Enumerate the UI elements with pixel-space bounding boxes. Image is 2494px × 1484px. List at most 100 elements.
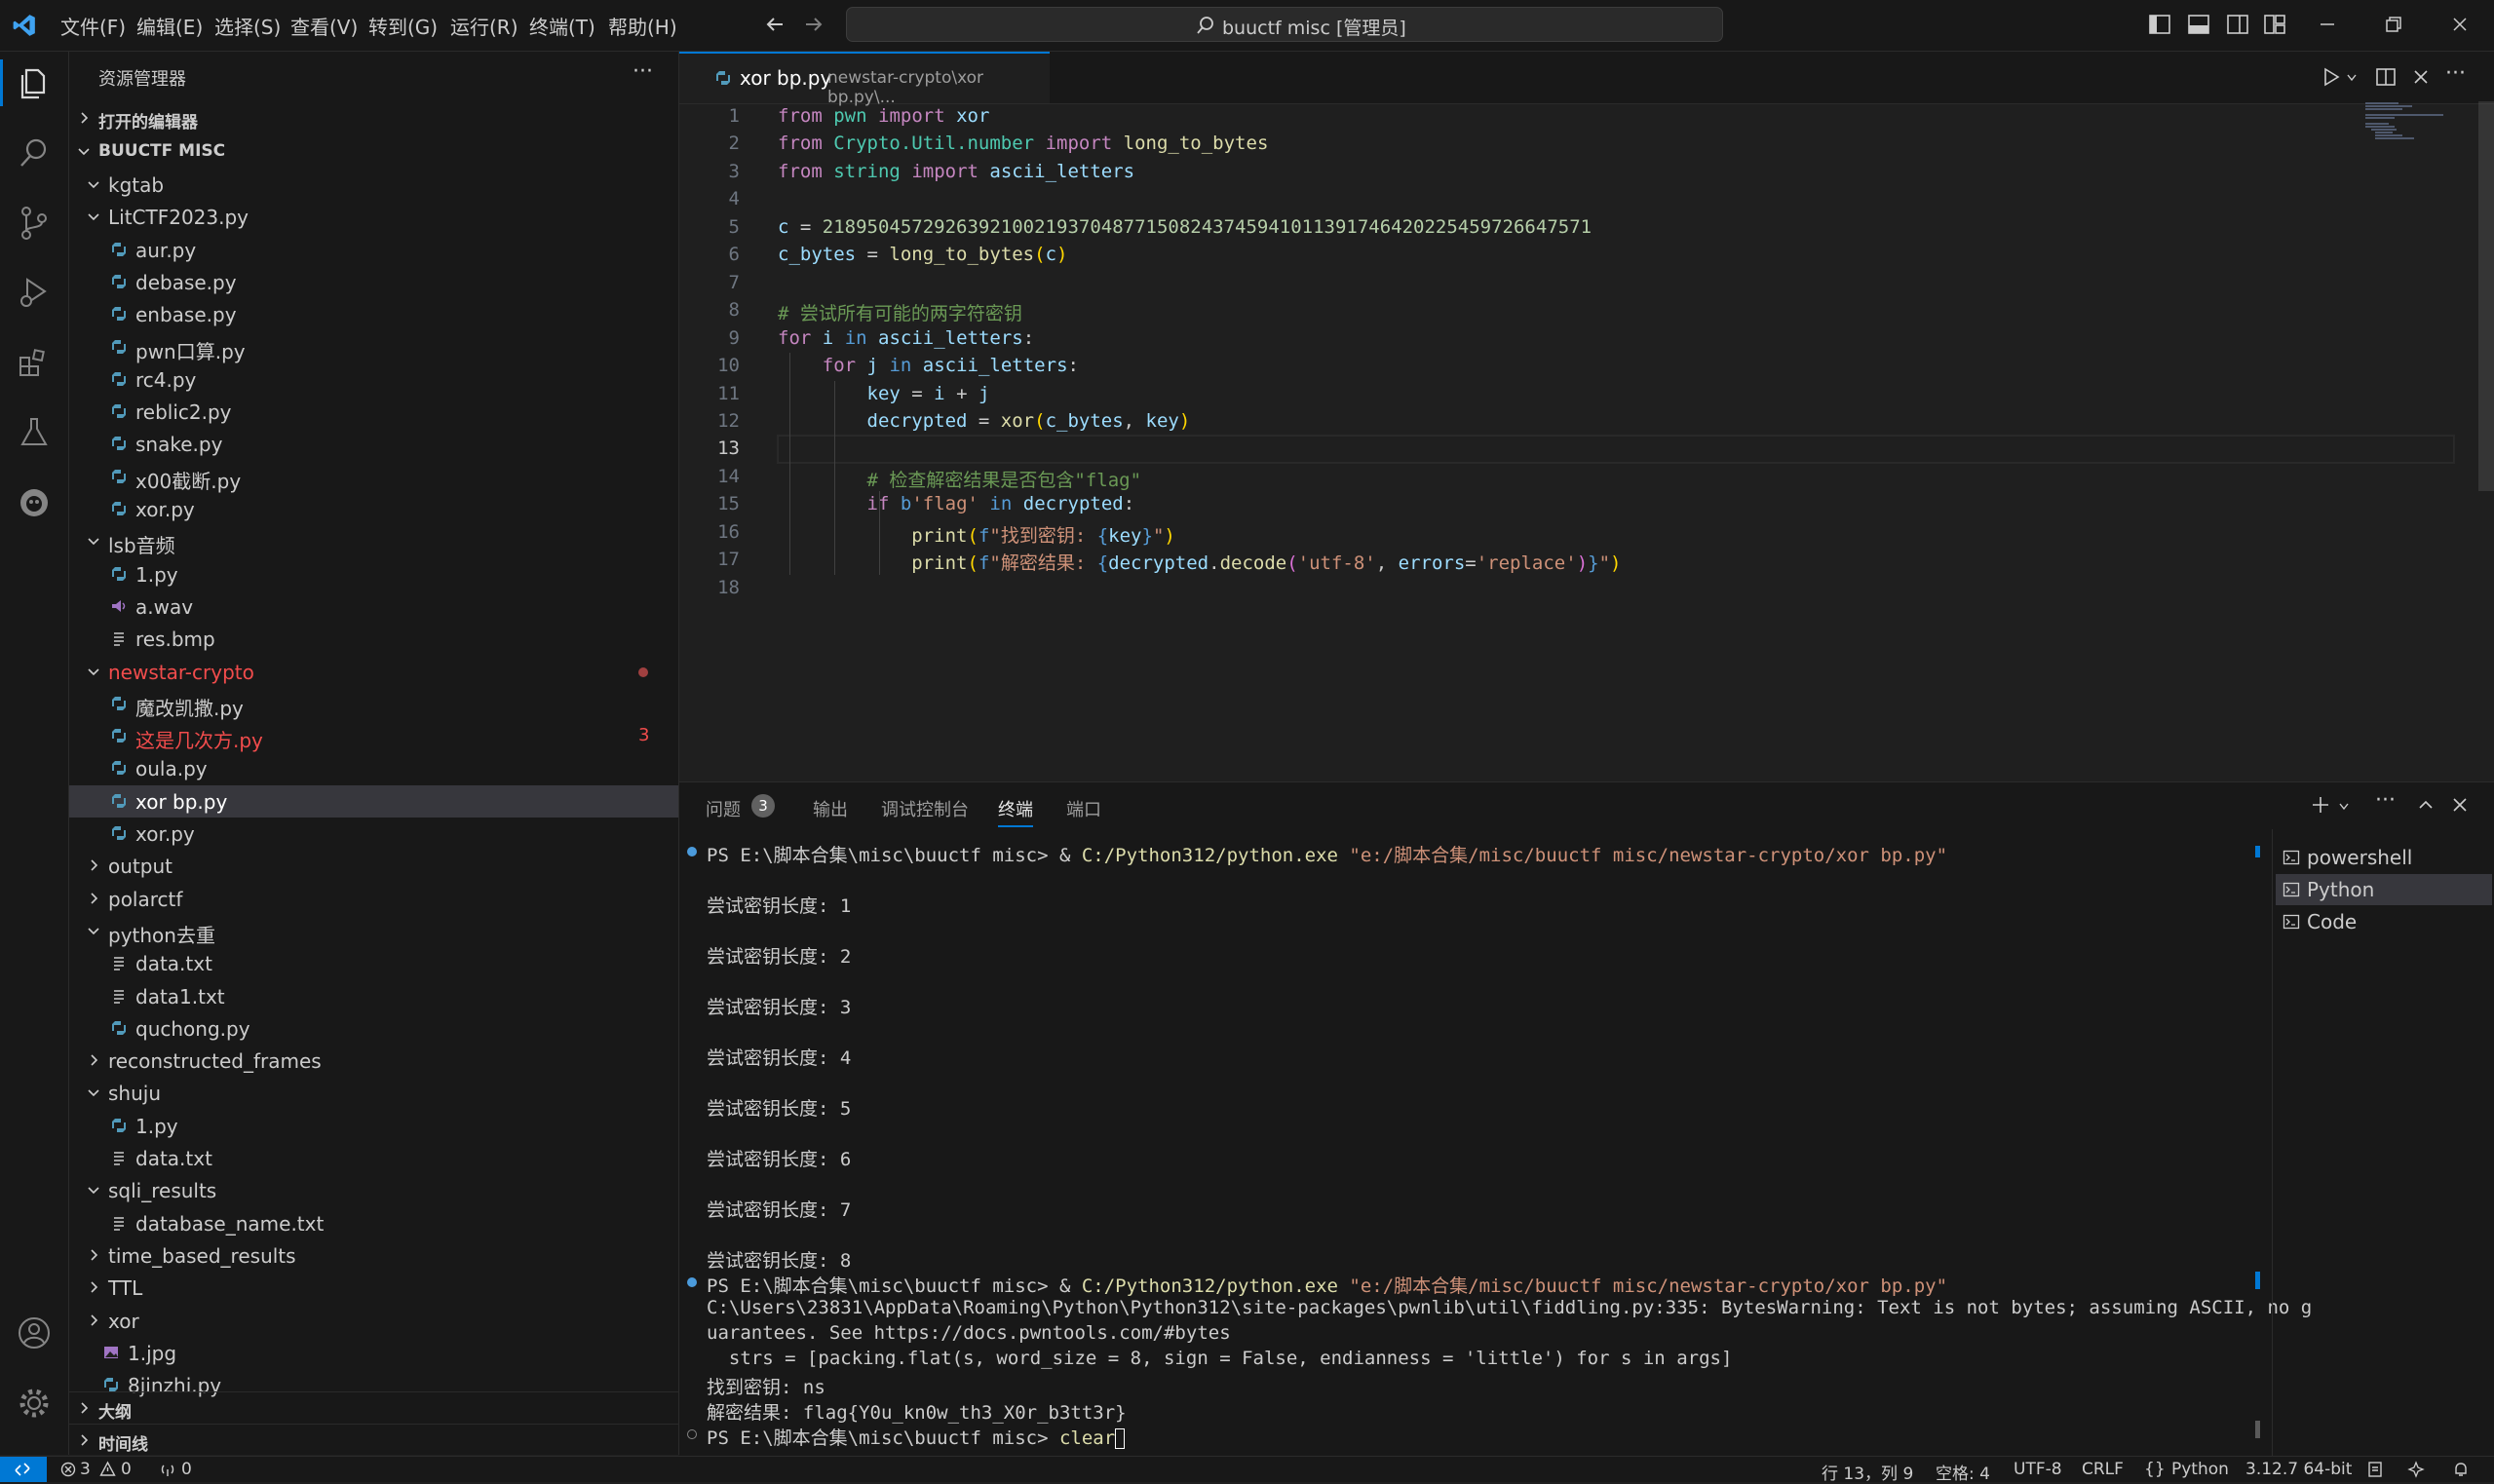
outline-section[interactable]: 大纲 (69, 1391, 678, 1425)
source-control-icon[interactable] (14, 203, 55, 244)
toggle-primary-sidebar-icon[interactable] (2148, 14, 2171, 35)
panel-tab[interactable]: 问题 (706, 796, 741, 821)
open-editors-section[interactable]: 打开的编辑器 (69, 102, 678, 134)
file-item[interactable]: 1.py (69, 558, 678, 590)
file-item[interactable]: aur.py (69, 234, 678, 266)
panel-tab[interactable]: 输出 (813, 796, 848, 821)
indentation[interactable]: 空格: 4 (1936, 1460, 1990, 1484)
cursor-position[interactable]: 行 13，列 9 (1822, 1460, 1913, 1484)
copilot-icon[interactable] (2366, 1461, 2384, 1478)
file-item[interactable]: rc4.py (69, 363, 678, 396)
file-item[interactable]: enbase.py (69, 298, 678, 330)
terminal-list-item[interactable]: powershell (2276, 842, 2492, 873)
panel-tab[interactable]: 终端 (998, 796, 1033, 827)
notifications-bell-icon[interactable] (2452, 1461, 2470, 1478)
file-item[interactable]: data.txt (69, 1142, 678, 1174)
folder-item[interactable]: newstar-crypto (69, 656, 678, 688)
file-item[interactable]: 这是几次方.py 3 (69, 720, 678, 752)
minimap[interactable] (2365, 101, 2453, 140)
customize-layout-icon[interactable] (2263, 14, 2286, 35)
file-item[interactable]: 1.jpg (69, 1337, 678, 1369)
settings-gear-icon[interactable] (14, 1383, 55, 1424)
account-icon[interactable] (14, 1313, 55, 1353)
menu-item[interactable]: 帮助(H) (608, 12, 677, 40)
run-file-icon[interactable] (2321, 66, 2342, 88)
menu-item[interactable]: 选择(S) (214, 12, 281, 40)
file-item[interactable]: data.txt (69, 947, 678, 979)
menu-item[interactable]: 查看(V) (290, 12, 358, 40)
file-item[interactable]: database_name.txt (69, 1207, 678, 1239)
editor-tab-active[interactable]: xor bp.py newstar-crypto\xor bp.py\... (679, 52, 1050, 107)
toggle-secondary-sidebar-icon[interactable] (2226, 14, 2249, 35)
file-item[interactable]: res.bmp (69, 623, 678, 655)
line-ending[interactable]: CRLF (2082, 1460, 2124, 1479)
file-item[interactable]: oula.py (69, 752, 678, 784)
folder-item[interactable]: python去重 (69, 915, 678, 947)
file-item[interactable]: snake.py (69, 428, 678, 460)
folder-item[interactable]: xor (69, 1305, 678, 1337)
panel-more-actions-icon[interactable]: ··· (2375, 788, 2396, 813)
folder-item[interactable]: kgtab (69, 169, 678, 201)
terminal-dropdown-chevron-icon[interactable] (2338, 802, 2350, 812)
file-item[interactable]: 魔改凯撒.py (69, 688, 678, 720)
editor-scrollbar[interactable] (2478, 101, 2494, 491)
restore-window-icon[interactable] (2382, 14, 2405, 35)
extensions-icon[interactable] (14, 342, 55, 383)
back-arrow-icon[interactable] (764, 14, 786, 35)
remote-explorer-icon[interactable] (14, 482, 55, 523)
search-icon[interactable] (14, 133, 55, 173)
timeline-section[interactable]: 时间线 (69, 1424, 678, 1457)
encoding[interactable]: UTF-8 (2014, 1460, 2062, 1479)
remote-indicator[interactable] (0, 1457, 47, 1482)
menu-item[interactable]: 转到(G) (368, 12, 438, 40)
folder-item[interactable]: time_based_results (69, 1239, 678, 1272)
run-dropdown-chevron-icon[interactable] (2346, 73, 2358, 83)
folder-item[interactable]: reconstructed_frames (69, 1045, 678, 1077)
maximize-panel-chevron-icon[interactable] (2415, 794, 2436, 816)
minimize-window-icon[interactable] (2316, 14, 2339, 35)
feedback-icon[interactable] (2407, 1461, 2425, 1478)
file-item[interactable]: a.wav (69, 590, 678, 623)
menu-item[interactable]: 文件(F) (60, 12, 126, 40)
explorer-icon[interactable] (14, 63, 55, 104)
language-mode[interactable]: Python (2171, 1460, 2229, 1479)
code-view[interactable]: 1 from pwn import xor 2 from Crypto.Util.nu… (679, 103, 2494, 776)
file-item[interactable]: xor.py (69, 493, 678, 525)
file-item[interactable]: reblic2.py (69, 396, 678, 428)
command-center-search[interactable]: buuctf misc [管理员] (846, 7, 1723, 42)
panel-tab[interactable]: 调试控制台 (881, 796, 969, 821)
terminal-list-item[interactable]: Python (2276, 874, 2492, 905)
file-item[interactable]: pwn口算.py (69, 331, 678, 363)
file-item[interactable]: x00截断.py (69, 461, 678, 493)
menu-item[interactable]: 终端(T) (529, 12, 595, 40)
folder-item[interactable]: shuju (69, 1077, 678, 1109)
python-interpreter[interactable]: 3.12.7 64-bit (2245, 1460, 2352, 1479)
terminal-list-item[interactable]: Code (2276, 906, 2492, 937)
terminal-output[interactable]: PS E:\脚本合集\misc\buuctf misc> & C:/Python… (679, 841, 2312, 1455)
folder-item[interactable]: TTL (69, 1272, 678, 1304)
file-item[interactable]: xor bp.py (69, 784, 678, 818)
file-item[interactable]: xor.py (69, 818, 678, 850)
menu-item[interactable]: 编辑(E) (136, 12, 203, 40)
run-debug-icon[interactable] (14, 272, 55, 313)
new-terminal-icon[interactable] (2310, 794, 2331, 816)
panel-tab[interactable]: 端口 (1066, 796, 1101, 821)
folder-item[interactable]: LitCTF2023.py (69, 201, 678, 233)
folder-item[interactable]: sqli_results (69, 1174, 678, 1206)
file-item[interactable]: debase.py (69, 266, 678, 298)
folder-item[interactable]: lsb音频 (69, 525, 678, 557)
split-editor-icon[interactable] (2375, 66, 2397, 88)
file-item[interactable]: quchong.py (69, 1012, 678, 1045)
workspace-root-section[interactable]: BUUCTF MISC (69, 135, 678, 168)
toggle-panel-icon[interactable] (2187, 14, 2210, 35)
menu-item[interactable]: 运行(R) (450, 12, 518, 40)
close-window-icon[interactable] (2448, 14, 2472, 35)
close-panel-icon[interactable] (2449, 794, 2471, 816)
forward-arrow-icon[interactable] (803, 14, 825, 35)
editor-more-actions-icon[interactable]: ··· (2445, 61, 2466, 86)
file-item[interactable]: 1.py (69, 1110, 678, 1142)
folder-item[interactable]: output (69, 850, 678, 882)
ports-status[interactable]: 0 (160, 1457, 209, 1482)
file-item[interactable]: data1.txt (69, 980, 678, 1012)
testing-flask-icon[interactable] (14, 412, 55, 453)
